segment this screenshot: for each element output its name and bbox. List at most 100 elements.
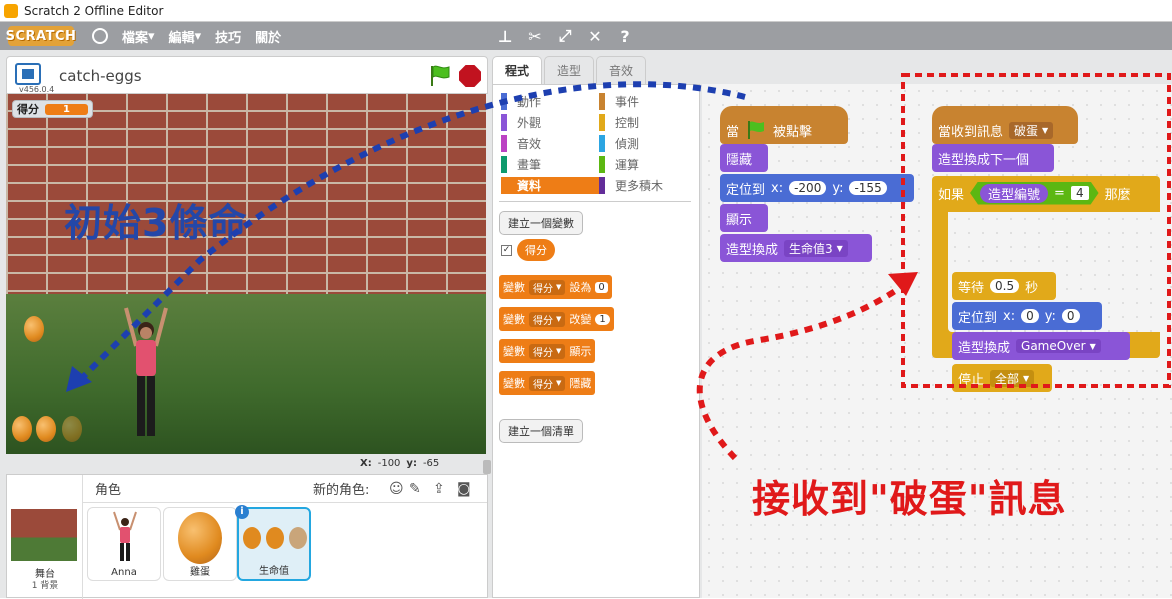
camera-icon[interactable]: ◙ [457, 481, 473, 497]
next-costume-block[interactable]: 造型換成下一個 [932, 144, 1054, 172]
goto-y-input[interactable]: -155 [849, 181, 887, 195]
stage-thumbnail-image [11, 509, 77, 561]
make-variable-button[interactable]: 建立一個變數 [499, 211, 583, 235]
anna-sprite[interactable] [122, 300, 170, 446]
egg-thumbnail [178, 512, 222, 564]
scratch-app-icon [4, 3, 18, 18]
category-data[interactable]: 資料 [501, 177, 599, 194]
variable-visible-checkbox[interactable]: ✓ [501, 245, 512, 256]
green-flag-icon[interactable] [427, 64, 453, 88]
block-hide-variable[interactable]: 變數 得分 隱藏 [499, 371, 596, 395]
minimize-button[interactable] [1052, 0, 1092, 22]
category-list: 動作 事件 外觀 控制 音效 偵測 畫筆 運算 資料 更多積木 [501, 93, 697, 194]
category-sensing[interactable]: 偵測 [599, 135, 697, 152]
presentation-mode-icon[interactable] [15, 63, 41, 85]
stop-all-block[interactable]: 停止 全部 [952, 364, 1052, 392]
when-receive-block[interactable]: 當收到訊息 破蛋 [932, 106, 1078, 144]
sprite-library-icon[interactable]: ☺ [389, 481, 405, 497]
variable-monitor-label: 得分 [17, 103, 39, 116]
window-title: Scratch 2 Offline Editor [24, 3, 164, 18]
palette-divider [499, 201, 691, 202]
stage-thumbnail[interactable]: 舞台 1 背景 [7, 475, 83, 599]
menu-edit[interactable]: 編輯 ▾ [169, 27, 202, 46]
project-name[interactable]: catch-eggs [59, 67, 142, 85]
menu-about[interactable]: 關於 [255, 27, 281, 46]
category-motion[interactable]: 動作 [501, 93, 599, 110]
tab-scripts[interactable]: 程式 [492, 56, 543, 84]
tab-sounds[interactable]: 音效 [596, 56, 647, 84]
category-looks[interactable]: 外觀 [501, 114, 599, 131]
menu-tips[interactable]: 技巧 [215, 27, 241, 46]
message-dropdown[interactable]: 破蛋 [1009, 121, 1054, 139]
mouse-coordinates: X: -100 y: -65 [360, 458, 440, 469]
category-more-blocks[interactable]: 更多積木 [599, 177, 697, 194]
info-icon[interactable]: i [235, 505, 249, 519]
goto-x-input[interactable]: 0 [1021, 309, 1039, 323]
goto-y-input[interactable]: 0 [1061, 309, 1080, 323]
sprite-name: Anna [111, 567, 137, 578]
upload-sprite-icon[interactable]: ⇪ [433, 481, 449, 497]
close-window-button[interactable] [1132, 0, 1172, 22]
if-then-block[interactable]: 如果 造型編號 = 4 那麼 [932, 176, 1160, 358]
compare-value-input[interactable]: 4 [1071, 186, 1089, 200]
tab-costumes[interactable]: 造型 [544, 56, 595, 84]
lives-thumbnail [243, 527, 307, 551]
sprite-name: 生命值 [259, 566, 289, 577]
category-operators[interactable]: 運算 [599, 156, 697, 173]
egg-sprite[interactable] [24, 316, 44, 342]
stamp-icon[interactable]: ⊥ [496, 27, 514, 46]
maximize-button[interactable] [1092, 0, 1132, 22]
help-icon[interactable]: ? [616, 27, 634, 46]
wait-block[interactable]: 等待 0.5 秒 [952, 272, 1056, 300]
stop-dropdown[interactable]: 全部 [990, 369, 1035, 387]
costume-dropdown[interactable]: 生命值3 [784, 239, 848, 257]
switch-costume-block[interactable]: 造型換成 生命值3 [720, 234, 872, 262]
block-change-variable[interactable]: 變數 得分 改變 1 [499, 307, 614, 331]
menu-bar: SCRATCH 檔案 ▾ 編輯 ▾ 技巧 關於 ⊥ ✂ ⤢ ✕ ? [0, 22, 1172, 50]
category-control[interactable]: 控制 [599, 114, 697, 131]
equals-operator[interactable]: 造型編號 = 4 [970, 182, 1099, 205]
if-header: 如果 造型編號 = 4 那麼 [932, 178, 1137, 208]
menu-file[interactable]: 檔案 ▾ [122, 27, 155, 46]
annotation-lives-text: 初始3條命 [64, 201, 248, 245]
goto-xy-block[interactable]: 定位到 x: -200 y: -155 [720, 174, 914, 202]
collapse-stage-handle[interactable] [483, 460, 491, 474]
switch-costume-block-2[interactable]: 造型換成 GameOver [952, 332, 1130, 360]
block-show-variable[interactable]: 變數 得分 顯示 [499, 339, 596, 363]
cut-icon[interactable]: ✂ [526, 27, 544, 46]
life-egg-2 [36, 416, 56, 442]
costume-dropdown[interactable]: GameOver [1016, 339, 1101, 353]
when-flag-clicked-block[interactable]: 當 被點擊 [720, 106, 848, 144]
goto-x-input[interactable]: -200 [789, 181, 827, 195]
stop-sign-icon[interactable] [459, 65, 481, 87]
category-pen[interactable]: 畫筆 [501, 156, 599, 173]
stage-backdrop-count: 1 背景 [31, 581, 59, 591]
anna-thumbnail [113, 511, 137, 561]
category-events[interactable]: 事件 [599, 93, 697, 110]
make-list-button[interactable]: 建立一個清單 [499, 419, 583, 443]
costume-number-reporter[interactable]: 造型編號 [980, 184, 1048, 203]
stage-header: catch-eggs v456.0.4 [6, 56, 488, 94]
block-set-variable[interactable]: 變數 得分 設為 0 [499, 275, 612, 299]
variable-monitor-value: 1 [45, 103, 88, 115]
show-block[interactable]: 顯示 [720, 204, 768, 232]
grow-icon[interactable]: ⤢ [556, 26, 574, 46]
block-palette: 動作 事件 外觀 控制 音效 偵測 畫筆 運算 資料 更多積木 建立一個變數 ✓… [492, 84, 700, 598]
stage-canvas[interactable]: 得分 1 初始3條命 [6, 94, 486, 454]
window-controls [1052, 0, 1172, 22]
variable-reporter[interactable]: 得分 [517, 239, 555, 261]
version-label: v456.0.4 [19, 85, 55, 94]
hide-block[interactable]: 隱藏 [720, 144, 768, 172]
sprite-card-anna[interactable]: Anna [87, 507, 161, 581]
sprite-card-egg[interactable]: 雞蛋 [163, 507, 237, 581]
shrink-icon[interactable]: ✕ [586, 27, 604, 46]
sprites-title: 角色 [95, 483, 122, 498]
goto-xy-block-2[interactable]: 定位到 x: 0 y: 0 [952, 302, 1102, 330]
category-sound[interactable]: 音效 [501, 135, 599, 152]
language-globe-icon[interactable] [92, 28, 108, 44]
wait-seconds-input[interactable]: 0.5 [990, 279, 1020, 293]
scratch-logo[interactable]: SCRATCH [6, 26, 76, 46]
variable-monitor[interactable]: 得分 1 [12, 100, 93, 118]
sprite-card-lives[interactable]: i 生命值 [235, 505, 311, 581]
paint-brush-icon[interactable]: ✎ [409, 481, 425, 497]
